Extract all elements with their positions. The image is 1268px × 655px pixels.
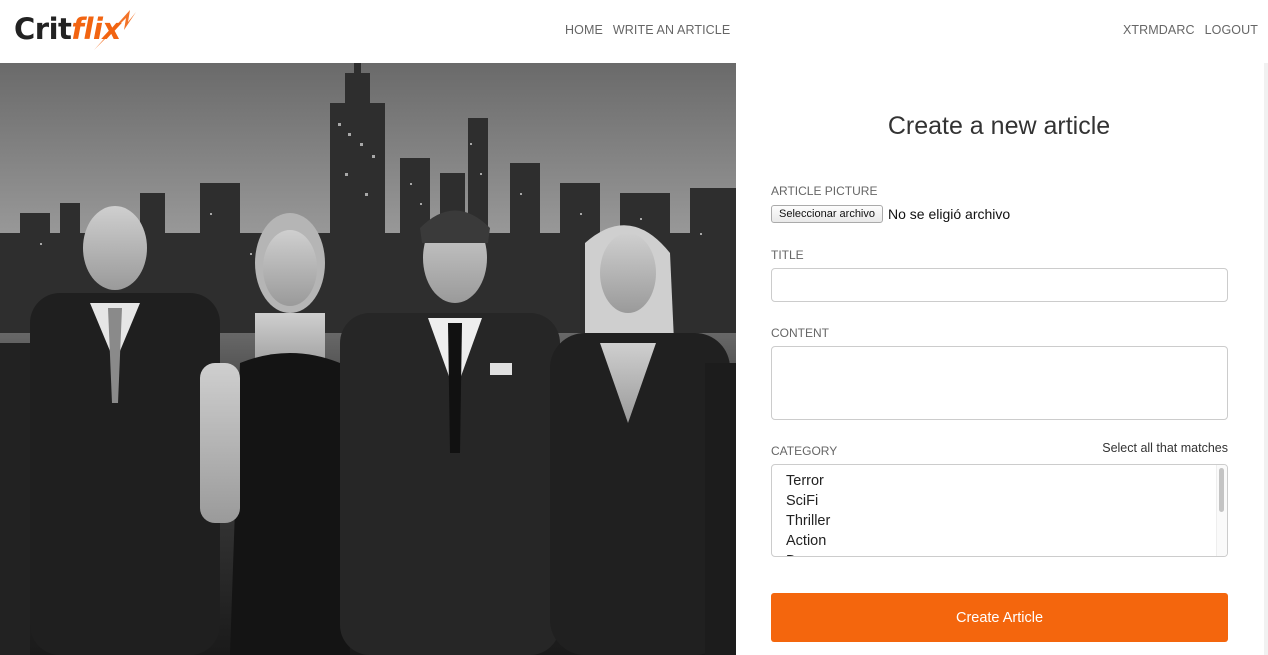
logo-text-crit: Crit (14, 12, 72, 46)
article-picture-field: Seleccionar archivo No se eligió archivo (771, 205, 1010, 223)
choose-file-button[interactable]: Seleccionar archivo (771, 205, 883, 223)
nav-username-link[interactable]: XTRMDARC (1123, 23, 1195, 37)
main-nav: HOME WRITE AN ARTICLE (565, 23, 730, 37)
logo-swoosh-icon (94, 10, 136, 50)
title-input[interactable] (771, 268, 1228, 302)
create-article-panel: Create a new article ARTICLE PICTURE Sel… (736, 63, 1268, 655)
category-multiselect[interactable]: Terror SciFi Thriller Action D (771, 464, 1228, 557)
category-hint: Select all that matches (1102, 441, 1228, 455)
navbar: Critflix HOME WRITE AN ARTICLE XTRMDARC … (0, 0, 1268, 63)
category-option[interactable]: D (786, 553, 796, 556)
article-picture-label: ARTICLE PICTURE (771, 184, 878, 198)
critflix-logo[interactable]: Critflix (14, 6, 136, 52)
page-title: Create a new article (887, 112, 1111, 140)
content-label: CONTENT (771, 326, 829, 340)
nav-home-link[interactable]: HOME (565, 23, 603, 37)
nav-write-article-link[interactable]: WRITE AN ARTICLE (613, 23, 730, 37)
title-label: TITLE (771, 248, 804, 262)
content-textarea[interactable] (771, 346, 1228, 420)
category-label: CATEGORY (771, 444, 838, 458)
create-article-button[interactable]: Create Article (771, 593, 1228, 642)
file-status-text: No se eligió archivo (888, 206, 1011, 222)
category-scroll-thumb[interactable] (1219, 468, 1224, 512)
nav-logout-link[interactable]: LOGOUT (1205, 23, 1258, 37)
category-option[interactable]: Thriller (786, 513, 830, 529)
category-scrollbar[interactable] (1216, 465, 1227, 556)
category-option[interactable]: SciFi (786, 493, 818, 509)
hero-image (0, 63, 736, 655)
page-scrollbar[interactable] (1264, 63, 1268, 655)
category-option[interactable]: Terror (786, 473, 824, 489)
category-option[interactable]: Action (786, 533, 826, 549)
user-nav: XTRMDARC LOGOUT (1123, 23, 1258, 37)
